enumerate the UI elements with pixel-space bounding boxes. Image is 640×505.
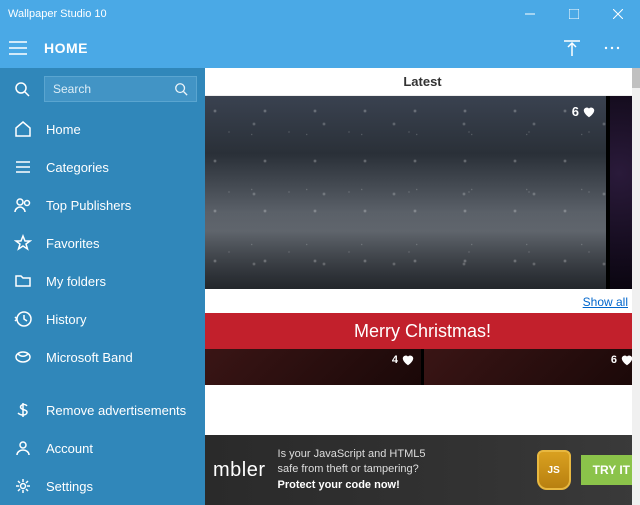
heart-icon [401, 353, 415, 367]
dollar-icon [14, 401, 32, 419]
advertisement[interactable]: mbler Is your JavaScript and HTML5 safe … [205, 435, 640, 505]
nav-label: Microsoft Band [46, 350, 133, 365]
heart-icon [582, 105, 596, 119]
list-icon [14, 158, 32, 176]
maximize-button[interactable] [552, 0, 596, 28]
hero-wallpaper[interactable]: 6 [205, 96, 606, 289]
nav-home[interactable]: Home [0, 110, 205, 148]
ad-copy: Is your JavaScript and HTML5 safe from t… [278, 447, 527, 493]
thumbnail[interactable]: 4 [205, 349, 421, 385]
nav-label: History [46, 312, 86, 327]
nav-account[interactable]: Account [0, 429, 205, 467]
window-title: Wallpaper Studio 10 [8, 8, 107, 20]
sidebar: Search Home Categories Top Publishers Fa… [0, 68, 205, 505]
nav-microsoft-band[interactable]: Microsoft Band [0, 338, 205, 376]
section-title: Latest [205, 68, 640, 96]
thumbnail[interactable]: 6 [424, 349, 640, 385]
search-input[interactable]: Search [44, 76, 197, 102]
upload-button[interactable] [552, 28, 592, 68]
nav-top-publishers[interactable]: Top Publishers [0, 186, 205, 224]
nav-label: Remove advertisements [46, 403, 186, 418]
page-title: HOME [44, 40, 88, 56]
star-icon [14, 234, 32, 252]
search-placeholder: Search [53, 82, 174, 96]
search-go-icon [174, 82, 188, 96]
minimize-button[interactable] [508, 0, 552, 28]
person-icon [14, 439, 32, 457]
search-icon [8, 81, 36, 97]
nav-remove-ads[interactable]: Remove advertisements [0, 391, 205, 429]
scrollbar[interactable] [632, 68, 640, 505]
thumbnail-row: 4 6 [205, 349, 640, 385]
close-button[interactable] [596, 0, 640, 28]
nav-categories[interactable]: Categories [0, 148, 205, 186]
main-content: Latest 6 Show all Merry Christmas! 4 6 [205, 68, 640, 505]
nav-my-folders[interactable]: My folders [0, 262, 205, 300]
nav-label: Account [46, 441, 93, 456]
gear-icon [14, 477, 32, 495]
nav-label: My folders [46, 274, 106, 289]
scrollbar-thumb[interactable] [632, 68, 640, 88]
likes-badge: 6 [611, 353, 634, 367]
home-icon [14, 120, 32, 138]
show-all-link[interactable]: Show all [583, 295, 628, 309]
nav-label: Home [46, 122, 81, 137]
ad-brand: mbler [205, 459, 278, 482]
nav-label: Settings [46, 479, 93, 494]
nav-settings[interactable]: Settings [0, 467, 205, 505]
titlebar: Wallpaper Studio 10 [0, 0, 640, 28]
hero-row: 6 [205, 96, 640, 289]
app-header: HOME [0, 28, 640, 68]
nav-history[interactable]: History [0, 300, 205, 338]
nav-favorites[interactable]: Favorites [0, 224, 205, 262]
likes-badge: 4 [392, 353, 415, 367]
people-icon [14, 196, 32, 214]
shield-icon: JS [537, 450, 571, 490]
history-icon [14, 310, 32, 328]
folder-icon [14, 272, 32, 290]
nav-label: Top Publishers [46, 198, 131, 213]
nav-label: Categories [46, 160, 109, 175]
nav-label: Favorites [46, 236, 99, 251]
more-button[interactable] [592, 28, 632, 68]
band-icon [14, 348, 32, 366]
collection-banner[interactable]: Merry Christmas! [205, 313, 640, 349]
hamburger-menu-button[interactable] [0, 28, 36, 68]
likes-badge: 6 [572, 104, 596, 119]
